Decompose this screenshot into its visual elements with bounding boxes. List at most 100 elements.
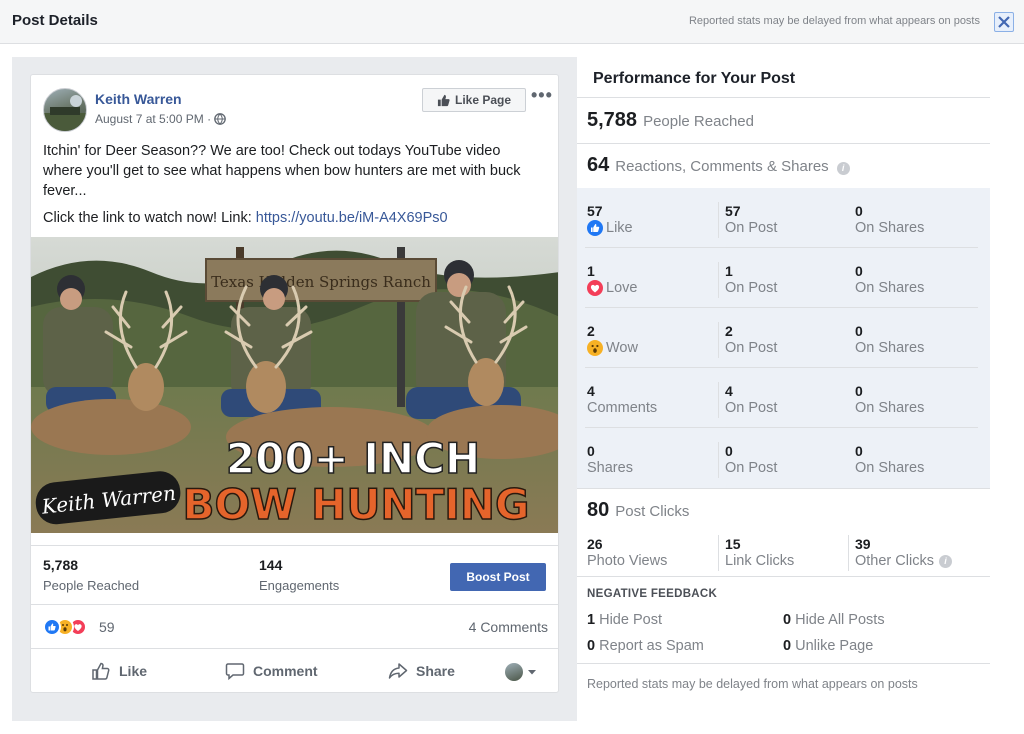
comments-count-cell: 4 Comments	[587, 383, 657, 417]
love-on-shares-value: 0	[855, 263, 863, 279]
divider	[577, 488, 990, 489]
photo-views-cell: 26 Photo Views	[587, 536, 667, 570]
reaction-icons[interactable]	[43, 618, 87, 636]
more-options-icon[interactable]: •••	[531, 85, 553, 106]
hide-post-stat: 1 Hide Post	[587, 612, 662, 628]
post-date[interactable]: August 7 at 5:00 PM ·	[95, 112, 211, 126]
like-action-label: Like	[119, 663, 148, 679]
post-photo-graphic: Texas Hidden Springs Ranch 200+ INCH BOW…	[31, 237, 558, 533]
dialog-header: Post Details Reported stats may be delay…	[0, 0, 1024, 44]
info-icon[interactable]: i	[938, 554, 952, 568]
avatar[interactable]	[43, 88, 87, 132]
link-clicks-value: 15	[725, 536, 741, 552]
love-on-post-value: 1	[725, 263, 733, 279]
info-icon[interactable]: i	[836, 162, 850, 175]
unlike-page-stat: 0 Unlike Page	[783, 638, 873, 654]
love-count-cell: 1 Love	[587, 263, 637, 297]
comments-on-post-cell: 4 On Post	[725, 383, 777, 417]
wow-on-shares-cell: 0 On Shares	[855, 323, 924, 357]
comment-action-label: Comment	[253, 663, 318, 679]
like-page-button[interactable]: Like Page	[422, 88, 526, 112]
like-on-shares-cell: 0 On Shares	[855, 203, 924, 237]
photo-views-label: Photo Views	[587, 553, 668, 569]
other-clicks-cell: 39 Other Clicks i	[855, 536, 952, 570]
comment-count[interactable]: 4 Comments	[469, 619, 548, 635]
image-headline-1: 200+ INCH	[226, 434, 480, 483]
performance-panel: Performance for Your Post 5,788 People R…	[577, 57, 1024, 721]
people-reached-row: 5,788 People Reached	[587, 109, 754, 132]
love-label: Love	[606, 280, 638, 296]
love-on-post-cell: 1 On Post	[725, 263, 777, 297]
like-count: 57	[587, 203, 603, 219]
rcs-value: 64	[587, 154, 610, 176]
close-button[interactable]	[994, 12, 1014, 32]
post-caption: Itchin' for Deer Season?? We are too! Ch…	[43, 143, 521, 199]
shares-on-shares-cell: 0 On Shares	[855, 443, 924, 477]
column-divider	[718, 535, 719, 571]
post-clicks-label: Post Clicks	[615, 503, 690, 520]
reaction-count[interactable]: 59	[99, 619, 115, 635]
row-divider	[585, 427, 978, 428]
other-clicks-value: 39	[855, 536, 871, 552]
link-prefix: Click the link to watch now! Link:	[43, 210, 256, 226]
post-link-line: Click the link to watch now! Link: https…	[43, 208, 543, 228]
post-clicks-value: 80	[587, 499, 610, 521]
reactions-breakdown-table: 57 Like 57 On Post 0 On Shares 1 Love 1 …	[577, 188, 990, 488]
wow-on-shares-value: 0	[855, 323, 863, 339]
engagements-count: 144	[259, 557, 283, 573]
post-meta: August 7 at 5:00 PM ·	[95, 112, 226, 126]
report-spam-stat: 0 Report as Spam	[587, 638, 704, 654]
post-preview-pane: Keith Warren August 7 at 5:00 PM · Like …	[12, 57, 577, 721]
globe-icon	[214, 113, 226, 125]
wow-on-post-cell: 2 On Post	[725, 323, 777, 357]
post-text: Itchin' for Deer Season?? We are too! Ch…	[43, 141, 543, 235]
boost-post-button[interactable]: Boost Post	[450, 563, 546, 591]
like-on-post-cell: 57 On Post	[725, 203, 777, 237]
profile-selector[interactable]	[505, 663, 537, 681]
post-image[interactable]: Texas Hidden Springs Ranch 200+ INCH BOW…	[31, 237, 558, 533]
share-action-button[interactable]: Share	[388, 661, 455, 681]
hide-all-value: 0	[783, 612, 792, 628]
performance-title: Performance for Your Post	[593, 70, 796, 87]
shares-on-shares-value: 0	[855, 443, 863, 459]
on-post-label: On Post	[725, 460, 778, 476]
post-stats-bar: 5,788 People Reached 144 Engagements Boo…	[31, 545, 558, 605]
unlike-label: Unlike Page	[795, 638, 874, 654]
hide-all-stat: 0 Hide All Posts	[783, 612, 885, 628]
on-post-label: On Post	[725, 280, 778, 296]
like-icon	[587, 220, 603, 236]
author-name[interactable]: Keith Warren	[95, 91, 182, 107]
image-headline-2: BOW HUNTING	[183, 480, 530, 529]
like-action-button[interactable]: Like	[91, 661, 147, 681]
column-divider	[718, 202, 719, 238]
like-reaction-icon	[43, 618, 61, 636]
like-label: Like	[606, 220, 633, 236]
comment-icon	[225, 663, 245, 681]
comments-on-shares-cell: 0 On Shares	[855, 383, 924, 417]
link-clicks-label: Link Clicks	[725, 553, 795, 569]
caret-down-icon	[528, 670, 536, 675]
post-actions: Like Comment Share	[31, 651, 558, 692]
comments-label: Comments	[587, 400, 658, 416]
shares-on-post-value: 0	[725, 443, 733, 459]
column-divider	[718, 382, 719, 418]
post-card: Keith Warren August 7 at 5:00 PM · Like …	[30, 74, 559, 693]
shares-count: 0	[587, 443, 595, 459]
hide-post-label: Hide Post	[599, 612, 662, 628]
dialog-title: Post Details	[12, 12, 98, 29]
negative-feedback-title: NEGATIVE FEEDBACK	[587, 588, 718, 600]
comment-action-button[interactable]: Comment	[225, 661, 318, 681]
youtube-link[interactable]: https://youtu.be/iM-A4X69Ps0	[256, 210, 448, 226]
divider	[577, 97, 990, 98]
shares-count-cell: 0 Shares	[587, 443, 633, 477]
thumbs-up-icon	[92, 662, 110, 680]
wow-icon	[587, 340, 603, 356]
people-reached-value: 5,788	[587, 109, 638, 131]
love-on-shares-cell: 0 On Shares	[855, 263, 924, 297]
row-divider	[585, 367, 978, 368]
divider	[577, 663, 990, 664]
mini-avatar	[505, 663, 523, 681]
unlike-value: 0	[783, 638, 792, 654]
column-divider	[718, 262, 719, 298]
reaction-summary: 59 4 Comments	[31, 605, 558, 649]
